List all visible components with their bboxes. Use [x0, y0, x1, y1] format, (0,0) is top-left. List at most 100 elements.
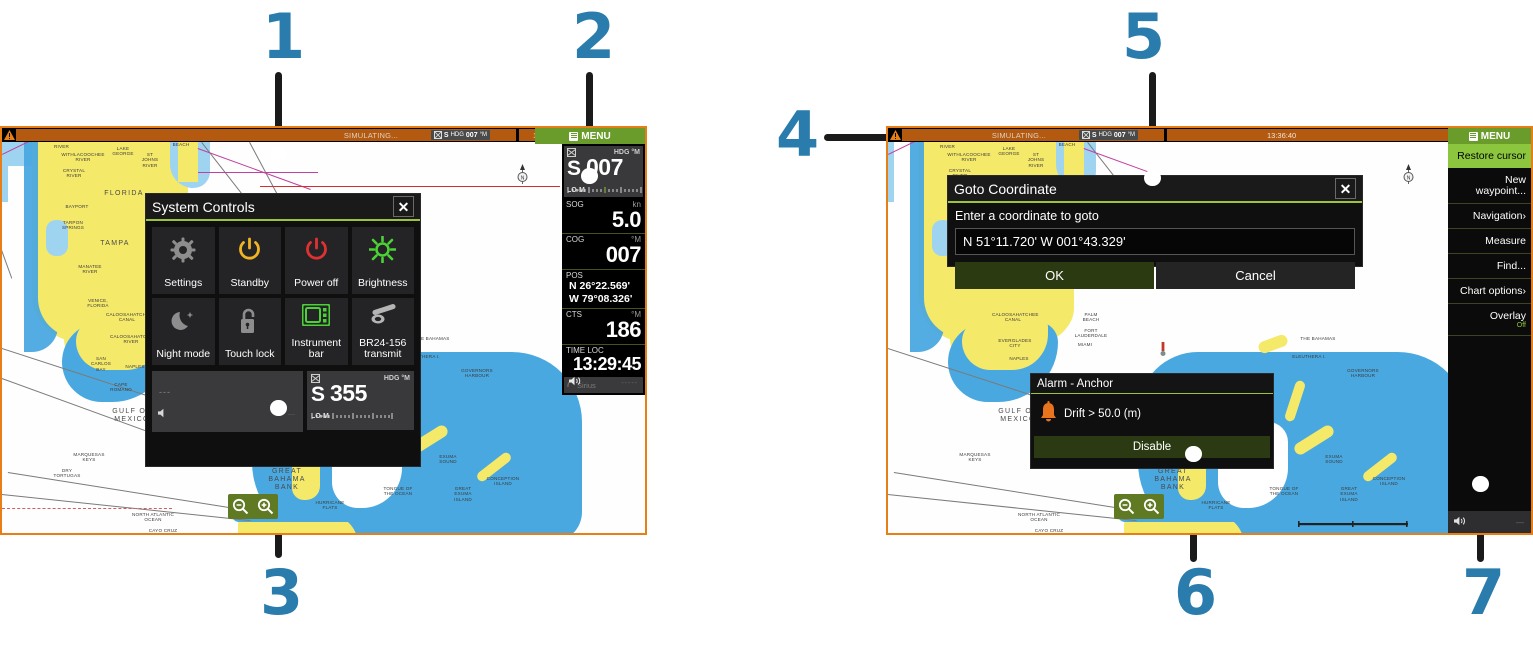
menu-item-measure[interactable]: Measure	[1448, 229, 1531, 255]
pos-latitude: N 26°22.569'	[569, 279, 630, 292]
instrument-cell-sog[interactable]: SOG kn 5.0	[562, 199, 645, 235]
system-tile-radar-transmit[interactable]: BR24-156 transmit	[351, 298, 414, 365]
left-menu-button[interactable]: MENU	[535, 128, 645, 144]
system-controls-title: System Controls	[152, 198, 255, 215]
svg-text:N: N	[521, 175, 525, 181]
goto-coordinate-dialog[interactable]: Goto Coordinate ✕ Enter a coordinate to …	[948, 176, 1362, 289]
close-icon[interactable]: ✕	[1335, 178, 1356, 199]
speaker-icon[interactable]	[569, 376, 582, 389]
magnetic-variation-line	[198, 172, 318, 173]
magnetic-variation-line	[197, 148, 311, 190]
alarm-titlebar: Alarm - Anchor	[1031, 374, 1273, 394]
map-label: CAYO CRUZ DEL PADRE	[148, 528, 178, 533]
depth-contour	[2, 250, 13, 279]
topbar-hdg-unit: °M	[479, 132, 487, 138]
map-label: BEACH	[1058, 142, 1076, 147]
instrument-bar-panel[interactable]: HDG °M S 007 LO-M SOG kn 5.0 COG °M 007 …	[562, 144, 645, 396]
right-zoom-controls[interactable]	[1114, 494, 1164, 519]
menu-item-chart-options[interactable]: Chart options›	[1448, 279, 1531, 305]
menu-footer-tail: —	[1516, 517, 1525, 527]
coordinate-input[interactable]: N 51°11.720' W 001°43.329'	[955, 228, 1355, 255]
system-tile-label: Touch lock	[224, 347, 275, 360]
instrument-audio-panel[interactable]: Sirius -----	[564, 376, 643, 394]
menu-icon	[569, 131, 579, 141]
map-label: WITHLACOOCHEE RIVER	[61, 152, 105, 163]
ok-button[interactable]: OK	[955, 262, 1154, 289]
map-label: WITHLACOOCHEE RIVER	[947, 152, 991, 163]
left-zoom-controls[interactable]	[228, 494, 278, 519]
system-hdg-gauge[interactable]: HDG °M S 355 LO-M	[307, 371, 414, 430]
map-label: ST JOHNS RIVER	[141, 152, 159, 168]
map-label: LAKE GEORGE	[998, 146, 1020, 157]
instrument-cell-cts[interactable]: CTS °M 186	[562, 309, 645, 345]
menu-item-overlay[interactable]: Overlay Off	[1448, 304, 1531, 337]
system-tile-brightness[interactable]: Brightness	[351, 227, 414, 294]
sog-value: 5.0	[611, 207, 642, 232]
topbar-hdg-label: HDG	[1098, 132, 1112, 138]
menu-item-new-waypoint[interactable]: New waypoint...	[1448, 168, 1531, 205]
hdg-scale-bar	[311, 406, 410, 419]
pos-label: POS	[566, 270, 583, 280]
instrument-cell-cog[interactable]: COG °M 007	[562, 234, 645, 270]
menu-item-label: Chart options	[1460, 284, 1523, 297]
speaker-icon[interactable]	[1454, 516, 1467, 529]
cancel-button[interactable]: Cancel	[1156, 262, 1355, 289]
power-standby-icon	[237, 227, 262, 273]
map-label: CONCEPTION ISLAND	[486, 476, 520, 487]
leader-cap-6	[1185, 446, 1202, 462]
chevron-right-icon: ›	[1522, 209, 1527, 222]
map-label: LAKE GEORGE	[112, 146, 134, 157]
map-label: THE BAHAMAS	[1300, 336, 1336, 341]
system-tile-label: Power off	[294, 276, 339, 289]
alarm-disable-button[interactable]: Disable	[1034, 436, 1270, 458]
map-label: MARQUESAS KEYS	[73, 452, 105, 463]
zoom-in-icon[interactable]	[253, 494, 278, 519]
cog-value: 007	[605, 242, 642, 268]
zoom-in-icon[interactable]	[1139, 494, 1164, 519]
right-menu-button[interactable]: MENU	[1448, 128, 1531, 144]
menu-item-find[interactable]: Find...	[1448, 254, 1531, 280]
system-tile-night-mode[interactable]: Night mode	[152, 298, 215, 365]
instrument-cell-pos[interactable]: POS N 26°22.569' W 79°08.326'	[562, 270, 645, 310]
map-label: GREAT EXUMA ISLAND	[454, 486, 472, 502]
zoom-out-icon[interactable]	[1114, 494, 1139, 519]
alarm-anchor-dialog[interactable]: Alarm - Anchor Drift > 50.0 (m) Disable	[1031, 374, 1273, 468]
zoom-out-icon[interactable]	[228, 494, 253, 519]
north-compass-icon: N	[516, 164, 529, 184]
menu-item-navigation[interactable]: Navigation›	[1448, 204, 1531, 230]
leader-line-4	[824, 134, 890, 141]
chart-menu-panel[interactable]: Restore cursor New waypoint... Navigatio…	[1448, 144, 1531, 533]
map-label: RIVER	[940, 144, 956, 149]
menu-footer-audio[interactable]: —	[1448, 511, 1531, 533]
warning-triangle-icon	[2, 129, 16, 141]
instrument-hdg-gauge[interactable]: HDG °M S 007 LO-M	[564, 146, 643, 197]
simulating-label: SIMULATING...	[343, 130, 398, 140]
north-compass-icon: N	[1402, 164, 1415, 184]
system-tile-instrument-bar[interactable]: Instrument bar	[285, 298, 348, 365]
map-label: MANATEE RIVER	[78, 264, 102, 275]
alarm-message: Drift > 50.0 (m)	[1064, 408, 1142, 420]
speaker-icon[interactable]	[158, 408, 170, 420]
map-label: GOVERNORS HARBOUR	[461, 368, 493, 379]
simulating-label: SIMULATING...	[991, 130, 1046, 140]
leader-cap-1	[270, 146, 287, 162]
hdg-scale-bar	[567, 180, 642, 193]
system-controls-dialog[interactable]: System Controls ✕ Settings Standby Power…	[146, 194, 420, 466]
system-tile-label: Standby	[230, 276, 270, 289]
map-label: ELEUTHERA I.	[1292, 354, 1326, 359]
system-tile-power-off[interactable]: Power off	[285, 227, 348, 294]
instrument-cell-time[interactable]: TIME LOC 13:29:45	[562, 345, 645, 376]
system-tile-standby[interactable]: Standby	[218, 227, 281, 294]
sc-hdg-prefix: S	[311, 383, 326, 406]
system-tile-label: Instrument bar	[291, 336, 342, 360]
menu-item-restore-cursor[interactable]: Restore cursor	[1448, 144, 1531, 169]
map-label: CAPE ROMANO	[110, 382, 132, 393]
system-tile-settings[interactable]: Settings	[152, 227, 215, 294]
map-label: VENICE, FLORIDA	[87, 298, 109, 309]
map-label: TAMPA	[100, 240, 130, 247]
alarm-dialog-title: Alarm - Anchor	[1037, 377, 1114, 390]
map-label: HURRICANE FLATS	[315, 500, 345, 511]
system-tile-touch-lock[interactable]: Touch lock	[218, 298, 281, 365]
close-icon[interactable]: ✕	[393, 196, 414, 217]
system-controls-grid: Settings Standby Power off Brightness Ni…	[146, 221, 420, 371]
